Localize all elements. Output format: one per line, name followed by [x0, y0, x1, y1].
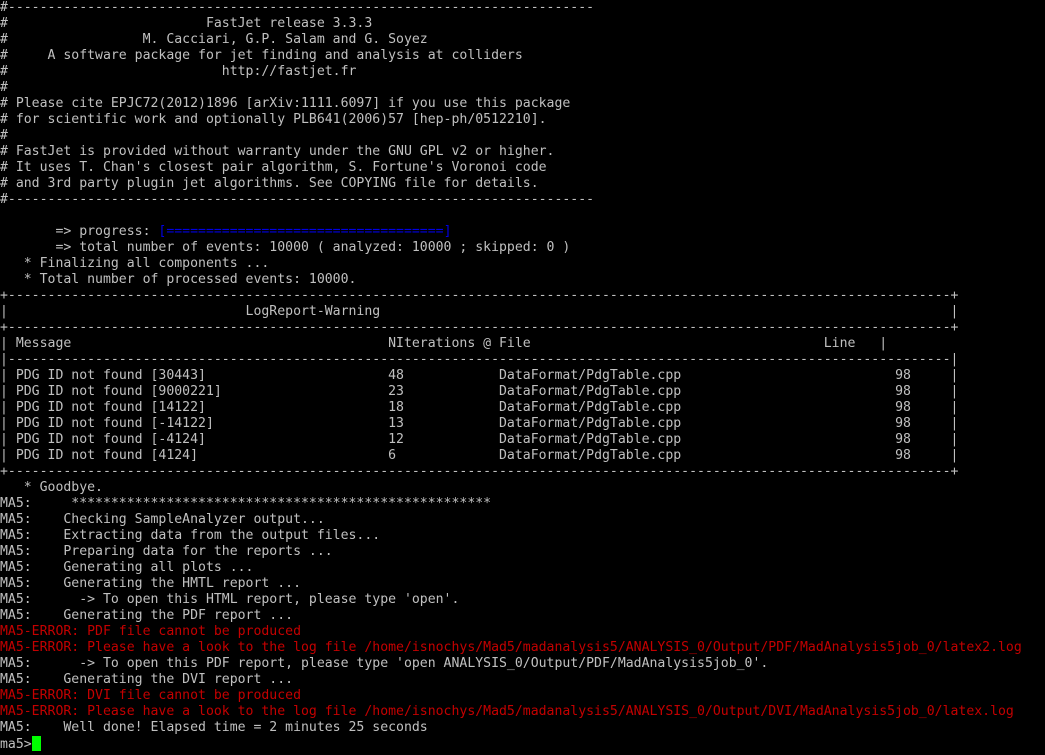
table-cell-line: 98 [895, 416, 951, 431]
table-separator: |---------------------------------------… [0, 352, 959, 367]
table-cell-niterations: 23 [388, 384, 500, 399]
log-line: * Goodbye. [0, 480, 103, 495]
log-line: MA5: -> To open this HTML report, please… [0, 592, 460, 607]
table-edge: | [0, 384, 16, 399]
banner-line: # M. Cacciari, G.P. Salam and G. Soyez [0, 32, 428, 47]
log-error-line: MA5-ERROR: PDF file cannot be produced [0, 624, 301, 639]
banner-line: # It uses T. Chan's closest pair algorit… [0, 160, 547, 175]
table-cell-line: 98 [895, 432, 951, 447]
log-error-line: MA5-ERROR: Please have a look to the log… [0, 640, 1022, 655]
table-cell-file: DataFormat/PdgTable.cpp [499, 384, 896, 399]
log-line: MA5: Generating the PDF report ... [0, 608, 294, 623]
prompt-text[interactable]: ma5> [0, 737, 32, 752]
log-line: MA5: Generating the DVI report ... [0, 672, 294, 687]
table-cell-message: PDG ID not found [14122] [15, 400, 389, 415]
table-edge: | [0, 400, 16, 415]
table-edge: | [0, 368, 16, 383]
table-row: | PDG ID not found [30443] 48 DataFormat… [0, 368, 958, 384]
table-cell-message: PDG ID not found [30443] [15, 368, 389, 383]
table-cell-line: 98 [895, 368, 951, 383]
table-cell-niterations: 18 [388, 400, 500, 415]
table-cell-message: PDG ID not found [9000221] [15, 384, 389, 399]
banner-line: # Please cite EPJC72(2012)1896 [arXiv:11… [0, 96, 571, 111]
progress-label: => progress: [0, 224, 159, 239]
table-edge: | [0, 448, 16, 463]
table-cell-message: PDG ID not found [-4124] [15, 432, 389, 447]
banner-line: # FastJet release 3.3.3 [0, 16, 373, 31]
summary-line: * Total number of processed events: 1000… [0, 272, 357, 287]
table-edge: | [0, 432, 16, 447]
table-cell-message: PDG ID not found [-14122] [15, 416, 389, 431]
terminal-window[interactable]: #---------------------------------------… [0, 0, 1045, 755]
table-border: +---------------------------------------… [0, 320, 959, 335]
table-cell-file: DataFormat/PdgTable.cpp [499, 432, 896, 447]
table-edge: | [950, 432, 959, 447]
summary-line: * Finalizing all components ... [0, 256, 270, 271]
table-cell-niterations: 13 [388, 416, 500, 431]
banner-line: #---------------------------------------… [0, 0, 595, 15]
log-error-line: MA5-ERROR: Please have a look to the log… [0, 704, 1014, 719]
table-edge: | [0, 416, 16, 431]
table-cell-line: 98 [895, 400, 951, 415]
table-cell-niterations: 6 [388, 448, 500, 463]
table-cell-message: PDG ID not found [4124] [15, 448, 389, 463]
summary-line: => total number of events: 10000 ( analy… [0, 240, 571, 255]
banner-line: # FastJet is provided without warranty u… [0, 144, 555, 159]
table-border: +---------------------------------------… [0, 288, 959, 303]
table-border: +---------------------------------------… [0, 464, 959, 479]
log-line: MA5: -> To open this PDF report, please … [0, 656, 769, 671]
table-edge: | [950, 448, 959, 463]
table-cell-niterations: 12 [388, 432, 500, 447]
log-line: MA5: Extracting data from the output fil… [0, 528, 381, 543]
cursor[interactable] [31, 736, 41, 751]
table-header-row: | Message NIterations @ File Line | [0, 336, 888, 351]
table-row: | PDG ID not found [14122] 18 DataFormat… [0, 400, 958, 416]
table-edge: | [950, 384, 959, 399]
table-edge: | [950, 368, 959, 383]
table-row: | PDG ID not found [4124] 6 DataFormat/P… [0, 448, 958, 464]
banner-line: # http://fastjet.fr [0, 64, 357, 79]
log-line: MA5: Generating the HMTL report ... [0, 576, 301, 591]
banner-line: # and 3rd party plugin jet algorithms. S… [0, 176, 539, 191]
log-line: MA5: Preparing data for the reports ... [0, 544, 333, 559]
log-error-line: MA5-ERROR: DVI file cannot be produced [0, 688, 301, 703]
table-row: | PDG ID not found [-4124] 12 DataFormat… [0, 432, 958, 448]
log-line: MA5: Generating all plots ... [0, 560, 254, 575]
table-row: | PDG ID not found [-14122] 13 DataForma… [0, 416, 958, 432]
progress-bar: [===================================] [158, 224, 452, 239]
banner-line: #---------------------------------------… [0, 192, 595, 207]
progress-line: => progress: [==========================… [0, 224, 452, 240]
table-cell-file: DataFormat/PdgTable.cpp [499, 448, 896, 463]
table-title-row: | LogReport-Warning | [0, 304, 959, 319]
banner-line: # [0, 128, 8, 143]
prompt-line: ma5> [0, 736, 41, 752]
table-cell-file: DataFormat/PdgTable.cpp [499, 416, 896, 431]
banner-line: # [0, 80, 8, 95]
table-cell-niterations: 48 [388, 368, 500, 383]
table-cell-line: 98 [895, 448, 951, 463]
table-row: | PDG ID not found [9000221] 23 DataForm… [0, 384, 958, 400]
table-edge: | [950, 400, 959, 415]
log-line: MA5: Checking SampleAnalyzer output... [0, 512, 325, 527]
log-line: MA5: Well done! Elapsed time = 2 minutes… [0, 720, 428, 735]
banner-line: # A software package for jet finding and… [0, 48, 523, 63]
table-cell-file: DataFormat/PdgTable.cpp [499, 400, 896, 415]
table-cell-line: 98 [895, 384, 951, 399]
table-edge: | [950, 416, 959, 431]
banner-line: # for scientific work and optionally PLB… [0, 112, 547, 127]
log-line: MA5: ***********************************… [0, 496, 492, 511]
table-cell-file: DataFormat/PdgTable.cpp [499, 368, 896, 383]
